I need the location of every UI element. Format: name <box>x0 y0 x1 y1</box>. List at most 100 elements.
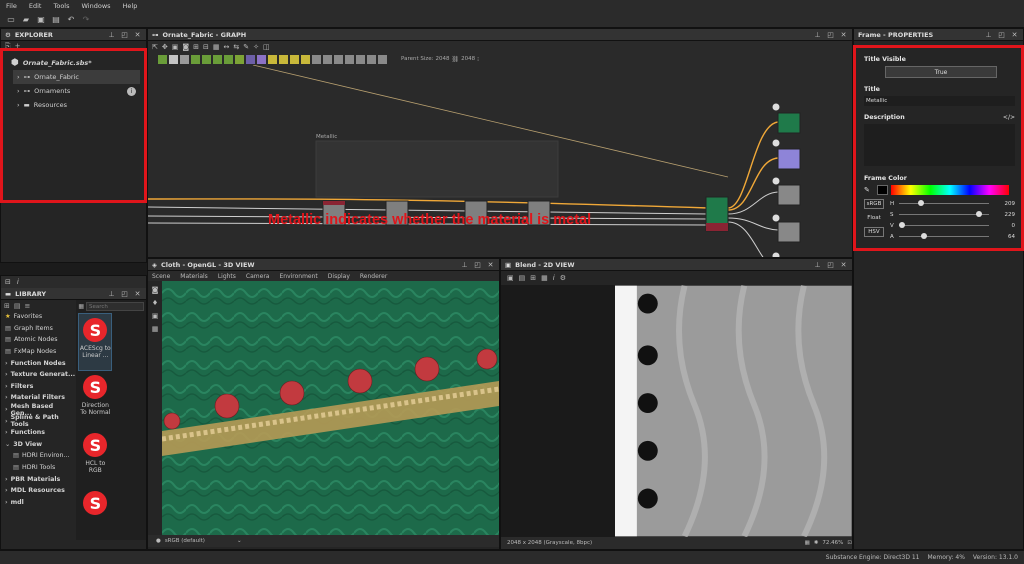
node-swatch-icon[interactable] <box>213 54 222 64</box>
package-row[interactable]: ⬢ Ornate_Fabric.sbs* <box>11 56 140 70</box>
node-swatch-icon[interactable] <box>290 54 299 64</box>
title-visible-toggle[interactable]: True <box>885 66 997 78</box>
info-tab-icon[interactable]: i <box>17 278 19 286</box>
frame-icon[interactable]: ▣ <box>172 43 179 51</box>
pin-icon[interactable]: ⊥ <box>107 289 116 298</box>
list-icon[interactable]: ≡ <box>25 302 31 310</box>
node-swatch-icon[interactable] <box>246 54 255 64</box>
grid-icon[interactable]: ▤ <box>14 302 21 310</box>
menu-camera[interactable]: Camera <box>246 273 270 280</box>
library-category[interactable]: › Texture Generat... <box>1 369 76 381</box>
node-swatch-icon[interactable] <box>279 54 288 64</box>
close-icon[interactable]: ✕ <box>133 289 142 298</box>
select-icon[interactable]: ⇱ <box>152 43 158 51</box>
close-icon[interactable]: ✕ <box>839 30 848 39</box>
settings-icon[interactable]: ⚙ <box>560 274 566 282</box>
zoom-value[interactable]: 72.46% <box>822 540 843 546</box>
wand-icon[interactable]: ✎ <box>243 43 249 51</box>
close-icon[interactable]: ✕ <box>1010 30 1019 39</box>
slider-handle[interactable] <box>917 200 924 206</box>
camera-icon[interactable]: ◙ <box>152 286 159 294</box>
menu-environment[interactable]: Environment <box>279 273 317 280</box>
library-category[interactable]: ★ Favorites <box>1 311 76 323</box>
link-icon[interactable]: ⛓ <box>452 56 460 63</box>
code-icon[interactable]: </> <box>1003 114 1015 121</box>
chevron-down-icon[interactable]: ⌄ <box>237 538 242 544</box>
library-category[interactable]: › Spline & Path Tools <box>1 414 76 428</box>
node-swatch-icon[interactable] <box>202 54 211 64</box>
node-swatch-icon[interactable] <box>224 54 233 64</box>
menu-display[interactable]: Display <box>328 273 350 280</box>
undo-icon[interactable]: ↶ <box>66 15 76 24</box>
align-icon[interactable]: ⊞ <box>193 43 199 51</box>
eyedropper-icon[interactable]: ✎ <box>864 186 874 194</box>
tree-item-ornate-fabric[interactable]: › ⊶ Ornate_Fabric <box>13 70 140 84</box>
size-value[interactable]: 2048 <box>461 56 475 62</box>
maximize-icon[interactable]: ◰ <box>120 289 129 298</box>
node-swatch-icon[interactable] <box>378 54 387 64</box>
maximize-icon[interactable]: ◰ <box>997 30 1006 39</box>
filter-icon[interactable]: ⊞ <box>4 302 10 310</box>
maximize-icon[interactable]: ◰ <box>473 260 482 269</box>
hsv-button[interactable]: HSV <box>864 227 884 237</box>
maximize-icon[interactable]: ◰ <box>826 260 835 269</box>
image-icon[interactable]: ▣ <box>152 312 159 320</box>
node-swatch-icon[interactable] <box>345 54 354 64</box>
node-swatch-icon[interactable] <box>191 54 200 64</box>
fit-icon[interactable]: ⊡ <box>847 540 852 546</box>
library-category[interactable]: › PBR Materials <box>1 473 76 485</box>
info-icon[interactable]: i <box>553 274 555 282</box>
slider-handle[interactable] <box>899 222 905 228</box>
node-swatch-icon[interactable] <box>367 54 376 64</box>
library-category[interactable]: ▤ HDRI Tools <box>1 462 76 474</box>
random-seed-icon[interactable]: ⁝ <box>477 56 479 63</box>
slider-handle[interactable] <box>976 211 983 217</box>
slider-track[interactable] <box>899 211 989 217</box>
menu-help[interactable]: Help <box>123 2 138 10</box>
slider-value[interactable]: 0 <box>992 223 1016 229</box>
tile-icon[interactable]: ▦ <box>541 274 548 282</box>
arrow-icon[interactable]: ↔ <box>224 43 230 51</box>
description-textarea[interactable] <box>864 124 1015 166</box>
srgb-button[interactable]: sRGB <box>864 199 884 209</box>
light-icon[interactable]: ♦ <box>152 299 158 307</box>
title-input[interactable]: Metallic <box>864 96 1015 106</box>
maximize-icon[interactable]: ◰ <box>120 30 129 39</box>
menu-edit[interactable]: Edit <box>29 2 42 10</box>
tree-item-resources[interactable]: › ▬ Resources <box>13 98 140 112</box>
library-tile-acescg[interactable]: S ACEScg to Linear ... <box>78 313 113 371</box>
menu-windows[interactable]: Windows <box>82 2 111 10</box>
library-category[interactable]: ⌄ 3D View <box>1 439 76 451</box>
pin-icon[interactable]: ⊥ <box>460 260 469 269</box>
box-icon[interactable]: ◫ <box>263 43 270 51</box>
library-category[interactable]: ▤ FxMap Nodes <box>1 346 76 358</box>
library-category[interactable]: ▤ Graph Items <box>1 323 76 335</box>
grid-view-icon[interactable]: ▦ <box>78 303 84 310</box>
slider-value[interactable]: 229 <box>992 212 1016 218</box>
channels-icon[interactable]: ⊞ <box>530 274 536 282</box>
viewport-3d[interactable] <box>162 281 499 535</box>
node-swatch-icon[interactable] <box>356 54 365 64</box>
sun-icon[interactable]: ✺ <box>814 540 819 546</box>
node-swatch-icon[interactable] <box>180 54 189 64</box>
node-swatch-icon[interactable] <box>301 54 310 64</box>
float-button[interactable]: Float <box>864 213 884 223</box>
grid-icon[interactable]: ▦ <box>805 540 810 546</box>
menu-materials[interactable]: Materials <box>180 273 208 280</box>
library-category[interactable]: › mdl <box>1 497 76 509</box>
export-icon[interactable]: ▤ <box>519 274 526 282</box>
node-swatch-icon[interactable] <box>169 54 178 64</box>
library-search-input[interactable] <box>86 302 144 311</box>
info-icon[interactable]: i <box>127 86 136 96</box>
node-swatch-icon[interactable] <box>323 54 332 64</box>
library-tile-hcl[interactable]: S HCL to RGB <box>78 429 112 487</box>
node-swatch-icon[interactable] <box>268 54 277 64</box>
pin-icon[interactable]: ⊥ <box>984 30 993 39</box>
slider-value[interactable]: 209 <box>992 201 1016 207</box>
pin-icon[interactable]: ⊥ <box>107 30 116 39</box>
close-icon[interactable]: ✕ <box>133 30 142 39</box>
save-all-icon[interactable]: ▤ <box>51 15 61 24</box>
menu-renderer[interactable]: Renderer <box>360 273 387 280</box>
library-category[interactable]: › MDL Resources <box>1 485 76 497</box>
pin-icon[interactable]: ⊥ <box>813 30 822 39</box>
